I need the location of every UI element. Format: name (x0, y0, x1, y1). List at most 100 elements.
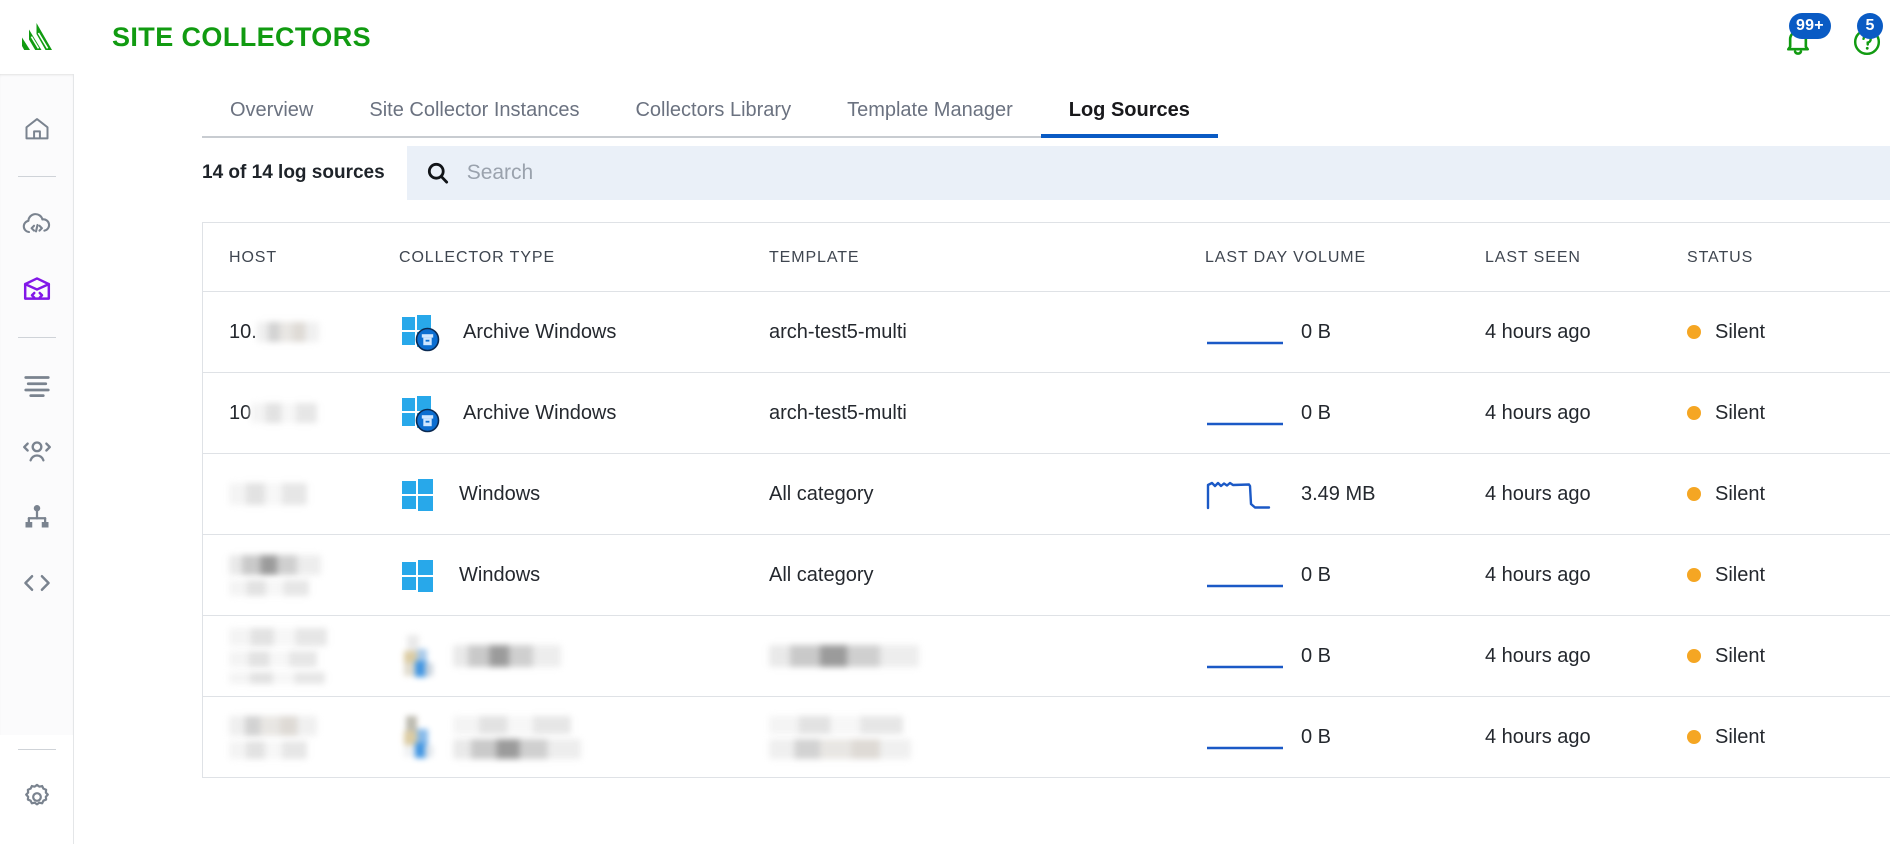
rail-items (0, 74, 73, 735)
row-menu-button[interactable] (1872, 480, 1890, 508)
cell-actions (1872, 696, 1890, 778)
template-text: All category (769, 563, 874, 586)
column-last-day-volume: LAST DAY VOLUME (1205, 223, 1485, 292)
table-row[interactable]: Windows All category 3.49 MB 4 hours ago… (203, 453, 1890, 535)
tab-template-manager[interactable]: Template Manager (819, 99, 1041, 138)
row-menu-button[interactable] (1872, 399, 1890, 427)
top-bar: SITE COLLECTORS 99+ 5 (74, 0, 1890, 74)
volume-text: 3.49 MB (1301, 482, 1376, 505)
cell-last-seen: 4 hours ago (1485, 291, 1687, 373)
template-redaction (769, 645, 919, 668)
sidebar-item-code[interactable] (0, 550, 74, 616)
users-icon (22, 441, 51, 462)
template-text: arch-test5-multi (769, 401, 907, 424)
volume-sparkline (1207, 746, 1283, 750)
cloud-code-icon (22, 213, 50, 234)
cell-template (769, 615, 1205, 697)
home-icon (25, 118, 48, 140)
volume-sparkline (1207, 584, 1283, 588)
cell-host (203, 534, 399, 616)
collector-type-text: Archive Windows (463, 320, 617, 343)
windows-icon (402, 560, 433, 592)
column-last-seen: LAST SEEN (1485, 223, 1687, 292)
rail-bottom (0, 735, 73, 844)
volume-text: 0 B (1301, 644, 1332, 667)
host-redaction (229, 628, 399, 684)
tab-site-collector-instances[interactable]: Site Collector Instances (341, 99, 608, 138)
volume-text: 0 B (1301, 320, 1332, 343)
rail-divider-1 (17, 176, 56, 177)
help-button[interactable]: 5 (1845, 13, 1883, 60)
main-area: SITE COLLECTORS 99+ 5 Overview Site Coll… (74, 0, 1890, 844)
column-host: HOST (203, 223, 399, 292)
sidebar-item-collectors[interactable] (0, 257, 74, 323)
cube-code-icon (23, 277, 50, 300)
host-redaction (229, 715, 399, 759)
page-title: SITE COLLECTORS (112, 21, 372, 52)
cell-last-seen: 4 hours ago (1485, 615, 1687, 697)
table-body: 10. Archive Windows arch-test5-multi 0 B… (203, 291, 1890, 778)
sumo-logo-icon (21, 23, 52, 50)
windows-icon (404, 635, 433, 677)
tab-overview[interactable]: Overview (202, 99, 342, 138)
cell-volume: 0 B (1205, 696, 1485, 778)
gear-icon (24, 783, 49, 806)
collector-type-text: Windows (459, 563, 541, 586)
table-row[interactable]: 10. Archive Windows arch-test5-multi 0 B… (203, 291, 1890, 373)
table-row[interactable]: Windows All category 0 B 4 hours ago Sil… (203, 534, 1890, 616)
sidebar-item-home[interactable] (0, 96, 74, 162)
row-menu-button[interactable] (1872, 318, 1890, 346)
tab-collectors-library[interactable]: Collectors Library (607, 99, 819, 138)
sidebar-item-settings[interactable] (0, 764, 74, 830)
volume-text: 0 B (1301, 563, 1332, 586)
sidebar-item-users[interactable] (0, 418, 74, 484)
row-menu-button[interactable] (1872, 723, 1890, 751)
row-menu-button[interactable] (1872, 642, 1890, 670)
app-logo[interactable] (0, 0, 74, 74)
table-row[interactable]: 0 B 4 hours ago Silent (203, 696, 1890, 778)
cell-actions (1872, 453, 1890, 535)
search-box[interactable] (406, 146, 1890, 200)
cell-status: Silent (1687, 534, 1872, 616)
status-badge: Silent (1715, 401, 1766, 424)
status-badge: Silent (1715, 563, 1766, 586)
cell-collector-type: Archive Windows (399, 372, 769, 454)
table-header-row: HOST COLLECTOR TYPE TEMPLATE LAST DAY VO… (203, 223, 1890, 292)
search-icon (427, 162, 448, 184)
column-collector-type: COLLECTOR TYPE (399, 223, 769, 292)
status-badge: Silent (1715, 482, 1766, 505)
volume-text: 0 B (1301, 725, 1332, 748)
notifications-button[interactable]: 99+ (1781, 13, 1831, 60)
cell-last-seen: 4 hours ago (1485, 696, 1687, 778)
search-input[interactable] (466, 161, 1890, 185)
row-menu-button[interactable] (1872, 561, 1890, 589)
tab-log-sources[interactable]: Log Sources (1040, 99, 1219, 138)
sidebar-item-cloud-code[interactable] (0, 191, 74, 257)
template-redaction (769, 715, 1205, 759)
host-redaction (251, 403, 318, 424)
code-brackets-icon (23, 575, 50, 592)
cell-last-seen: 4 hours ago (1485, 372, 1687, 454)
host-text: 10 (229, 401, 252, 424)
status-dot (1687, 730, 1701, 744)
volume-text: 0 B (1301, 401, 1332, 424)
column-template: TEMPLATE (769, 223, 1205, 292)
cell-template: arch-test5-multi (769, 372, 1205, 454)
cell-status: Silent (1687, 453, 1872, 535)
status-badge: Silent (1715, 725, 1766, 748)
cell-actions (1872, 372, 1890, 454)
left-nav-rail (0, 0, 74, 844)
log-source-count: 14 of 14 log sources (202, 162, 385, 183)
cell-template (769, 696, 1205, 778)
cell-status: Silent (1687, 291, 1872, 373)
volume-sparkline (1207, 665, 1283, 669)
windows-icon (404, 716, 433, 758)
cell-volume: 0 B (1205, 615, 1485, 697)
sidebar-item-logs[interactable] (0, 352, 74, 418)
table-row[interactable]: 0 B 4 hours ago Silent (203, 615, 1890, 697)
sidebar-item-hierarchy[interactable] (0, 484, 74, 550)
status-badge: Silent (1715, 644, 1766, 667)
cell-volume: 0 B (1205, 291, 1485, 373)
windows-archive-icon (402, 315, 440, 352)
table-row[interactable]: 10 Archive Windows arch-test5-multi 0 B … (203, 372, 1890, 454)
